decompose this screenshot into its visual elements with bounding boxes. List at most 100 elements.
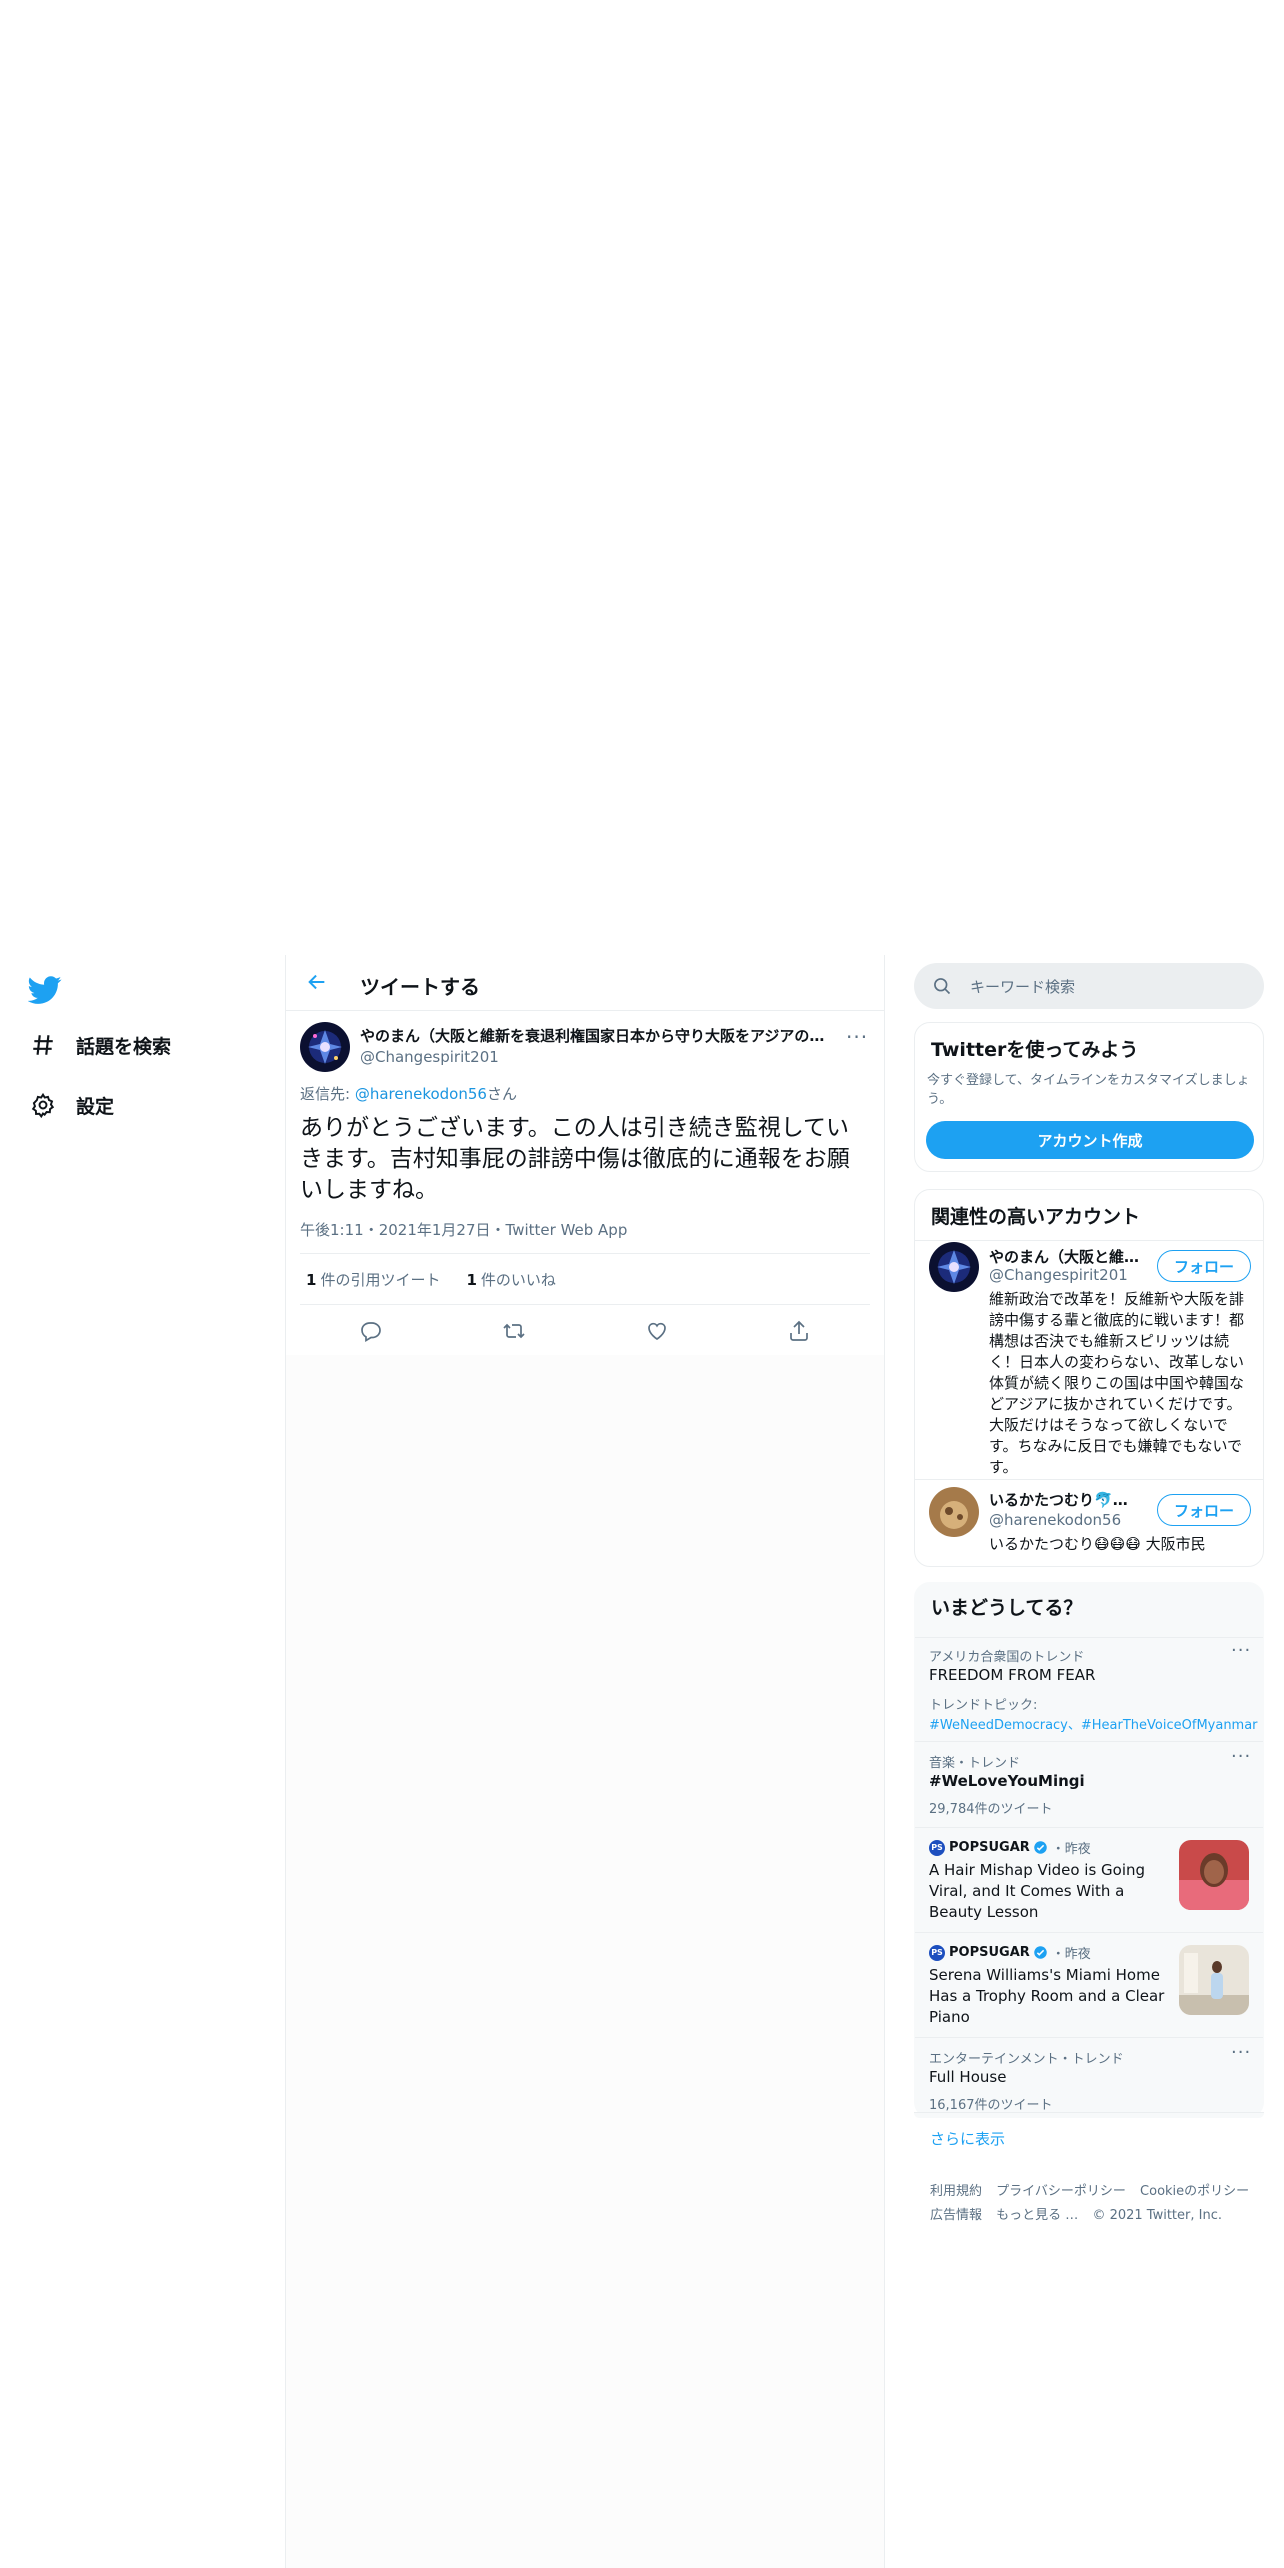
- tweet-actions: [286, 1307, 884, 1357]
- news-thumbnail[interactable]: [1179, 1945, 1249, 2015]
- more-icon[interactable]: ···: [1231, 1640, 1251, 1661]
- trend-item[interactable]: エンターテインメント・トレンド Full House 16,167件のツイート …: [915, 2037, 1263, 2117]
- timeline-empty-area: [286, 1355, 884, 2568]
- footer-link-terms[interactable]: 利用規約: [930, 2184, 982, 2199]
- footer-links-row2: 広告情報 もっと見る … © 2021 Twitter, Inc.: [930, 2204, 1232, 2223]
- divider: [915, 1479, 1263, 1480]
- tweet-time[interactable]: 午後1:11: [300, 1221, 364, 1239]
- copyright: © 2021 Twitter, Inc.: [1092, 2208, 1222, 2223]
- trend-title: #WeLoveYouMingi: [929, 1772, 1085, 1790]
- signup-title: Twitterを使ってみよう: [931, 1039, 1139, 1061]
- more-icon[interactable]: ···: [846, 1025, 868, 1049]
- related-handle-1[interactable]: @Changespirit201: [989, 1266, 1128, 1284]
- popsugar-logo: PS: [929, 1944, 945, 1961]
- source-name: POPSUGAR: [949, 1840, 1030, 1855]
- page-title: ツイートする: [360, 975, 480, 999]
- reply-icon[interactable]: [359, 1319, 385, 1345]
- share-icon[interactable]: [787, 1319, 813, 1345]
- related-bio-1: 維新政治で改革を！反維新や大阪を誹謗中傷する輩と徹底的に戦います！都構想は否決で…: [989, 1290, 1245, 1476]
- footer-link-privacy[interactable]: プライバシーポリシー: [996, 2184, 1126, 2199]
- nav-label-explore: 話題を検索: [76, 1035, 172, 1058]
- news-time: ・昨夜: [1051, 1842, 1091, 1857]
- footer-links-row1: 利用規約 プライバシーポリシー Cookieのポリシー: [930, 2180, 1259, 2199]
- trend-count: 16,167件のツイート: [929, 2098, 1053, 2113]
- related-name-1[interactable]: やのまん（大阪と維…: [989, 1246, 1139, 1267]
- quote-label: 件の引用ツイート: [320, 1270, 441, 1289]
- news-time: ・昨夜: [1051, 1947, 1091, 1962]
- retweet-icon[interactable]: [502, 1319, 528, 1345]
- related-avatar-1[interactable]: [929, 1242, 979, 1292]
- related-title: 関連性の高いアカウント: [931, 1206, 1141, 1228]
- follow-button[interactable]: フォロー: [1157, 1250, 1251, 1282]
- popsugar-logo: PS: [929, 1839, 945, 1856]
- verified-badge-icon: [1033, 1840, 1048, 1855]
- trends-card: いまどうしてる？ アメリカ合衆国のトレンド FREEDOM FROM FEAR …: [914, 1582, 1264, 2118]
- nav-item-settings[interactable]: 設定: [30, 1085, 114, 1125]
- related-bio-2: いるかたつむり😷😷😷 大阪市民: [989, 1535, 1206, 1553]
- trend-count: 29,784件のツイート: [929, 1802, 1053, 1817]
- trend-topic-links[interactable]: #WeNeedDemocracy、#HearTheVoiceOfMyanmar: [929, 1714, 1258, 1733]
- trend-item[interactable]: 音楽・トレンド #WeLoveYouMingi 29,784件のツイート ···: [915, 1741, 1263, 1827]
- nav-item-explore[interactable]: 話題を検索: [30, 1025, 171, 1065]
- like-count: 1: [466, 1270, 477, 1289]
- footer-link-more[interactable]: もっと見る …: [996, 2208, 1078, 2223]
- tweet-header: ツイートする: [286, 955, 884, 1011]
- tweet-date[interactable]: 2021年1月27日: [379, 1221, 491, 1239]
- trend-context: 音楽・トレンド: [929, 1756, 1021, 1771]
- news-title: A Hair Mishap Video is Going Viral, and …: [929, 1861, 1146, 1921]
- divider: [914, 2112, 1264, 2113]
- likes-stat[interactable]: 1 件のいいね: [466, 1269, 555, 1290]
- signup-description: 今すぐ登録して、タイムラインをカスタマイズしましょう。: [927, 1073, 1250, 1107]
- author-handle[interactable]: @Changespirit201: [360, 1048, 499, 1066]
- news-item[interactable]: PS POPSUGAR ・昨夜 A Hair Mishap Video is G…: [915, 1827, 1263, 1932]
- related-avatar-2[interactable]: [929, 1487, 979, 1537]
- related-handle-2[interactable]: @harenekodon56: [989, 1511, 1121, 1529]
- news-item[interactable]: PS POPSUGAR ・昨夜 Serena Williams's Miami …: [915, 1932, 1263, 2037]
- news-source: PS POPSUGAR ・昨夜: [929, 1943, 1091, 1962]
- like-icon[interactable]: [645, 1319, 671, 1345]
- create-account-button[interactable]: アカウント作成: [926, 1121, 1254, 1159]
- more-icon[interactable]: ···: [1231, 1746, 1251, 1767]
- trend-topic-label: トレンドトピック:: [929, 1698, 1038, 1713]
- news-source: PS POPSUGAR ・昨夜: [929, 1838, 1091, 1857]
- search-input[interactable]: キーワード検索: [914, 963, 1264, 1009]
- divider-right: [884, 955, 885, 2568]
- meta-separator: ・: [363, 1221, 379, 1239]
- source-name: POPSUGAR: [949, 1945, 1030, 1960]
- divider: [915, 1240, 1263, 1241]
- tweet-stats: 1 件の引用ツイート 1 件のいいね: [300, 1253, 870, 1305]
- trend-item[interactable]: アメリカ合衆国のトレンド FREEDOM FROM FEAR トレンドトピック:…: [915, 1637, 1263, 1741]
- trend-title: FREEDOM FROM FEAR: [929, 1666, 1096, 1684]
- search-placeholder: キーワード検索: [970, 977, 1076, 996]
- reply-to: 返信先: @harenekodon56さん: [300, 1083, 517, 1104]
- footer-link-cookies[interactable]: Cookieのポリシー: [1140, 2184, 1249, 2199]
- arrow-left-icon: [306, 971, 328, 997]
- news-title: Serena Williams's Miami Home Has a Troph…: [929, 1966, 1165, 2026]
- meta-separator: ・: [490, 1221, 506, 1239]
- tweet-meta: 午後1:11・2021年1月27日・Twitter Web App: [300, 1219, 627, 1240]
- trend-context: エンターテインメント・トレンド: [929, 2052, 1124, 2067]
- like-label: 件のいいね: [480, 1270, 556, 1289]
- twitter-bird-icon[interactable]: [27, 973, 64, 1009]
- search-icon: [932, 976, 952, 996]
- reply-handle-link[interactable]: @harenekodon56: [355, 1085, 487, 1103]
- reply-suffix: さん: [486, 1085, 517, 1103]
- author-avatar[interactable]: [300, 1022, 350, 1072]
- back-button[interactable]: [302, 969, 332, 999]
- tweet-text: ありがとうございます。この人は引き続き監視していきます。吉村知事屁の誹謗中傷は徹…: [300, 1115, 850, 1203]
- related-name-2[interactable]: いるかたつむり🐬🐌🐮: [989, 1489, 1139, 1510]
- trends-card-footer-bg: [914, 2113, 1264, 2118]
- hashtag-icon: [30, 1032, 56, 1058]
- more-icon[interactable]: ···: [1231, 2042, 1251, 2063]
- footer-link-ads[interactable]: 広告情報: [930, 2208, 982, 2223]
- show-more-link[interactable]: さらに表示: [930, 2128, 1005, 2149]
- author-name[interactable]: やのまん（大阪と維新を衰退利権国家日本から守り大阪をアジアの…: [360, 1025, 830, 1046]
- quote-tweets-stat[interactable]: 1 件の引用ツイート: [306, 1269, 440, 1290]
- nav-label-settings: 設定: [76, 1095, 115, 1118]
- related-accounts-card: 関連性の高いアカウント やのまん（大阪と維… @Changespirit201 …: [914, 1189, 1264, 1567]
- news-thumbnail[interactable]: [1179, 1840, 1249, 1910]
- tweet-source[interactable]: Twitter Web App: [506, 1221, 628, 1239]
- trends-title: いまどうしてる？: [931, 1597, 1083, 1619]
- verified-badge-icon: [1033, 1945, 1048, 1960]
- follow-button[interactable]: フォロー: [1157, 1494, 1251, 1526]
